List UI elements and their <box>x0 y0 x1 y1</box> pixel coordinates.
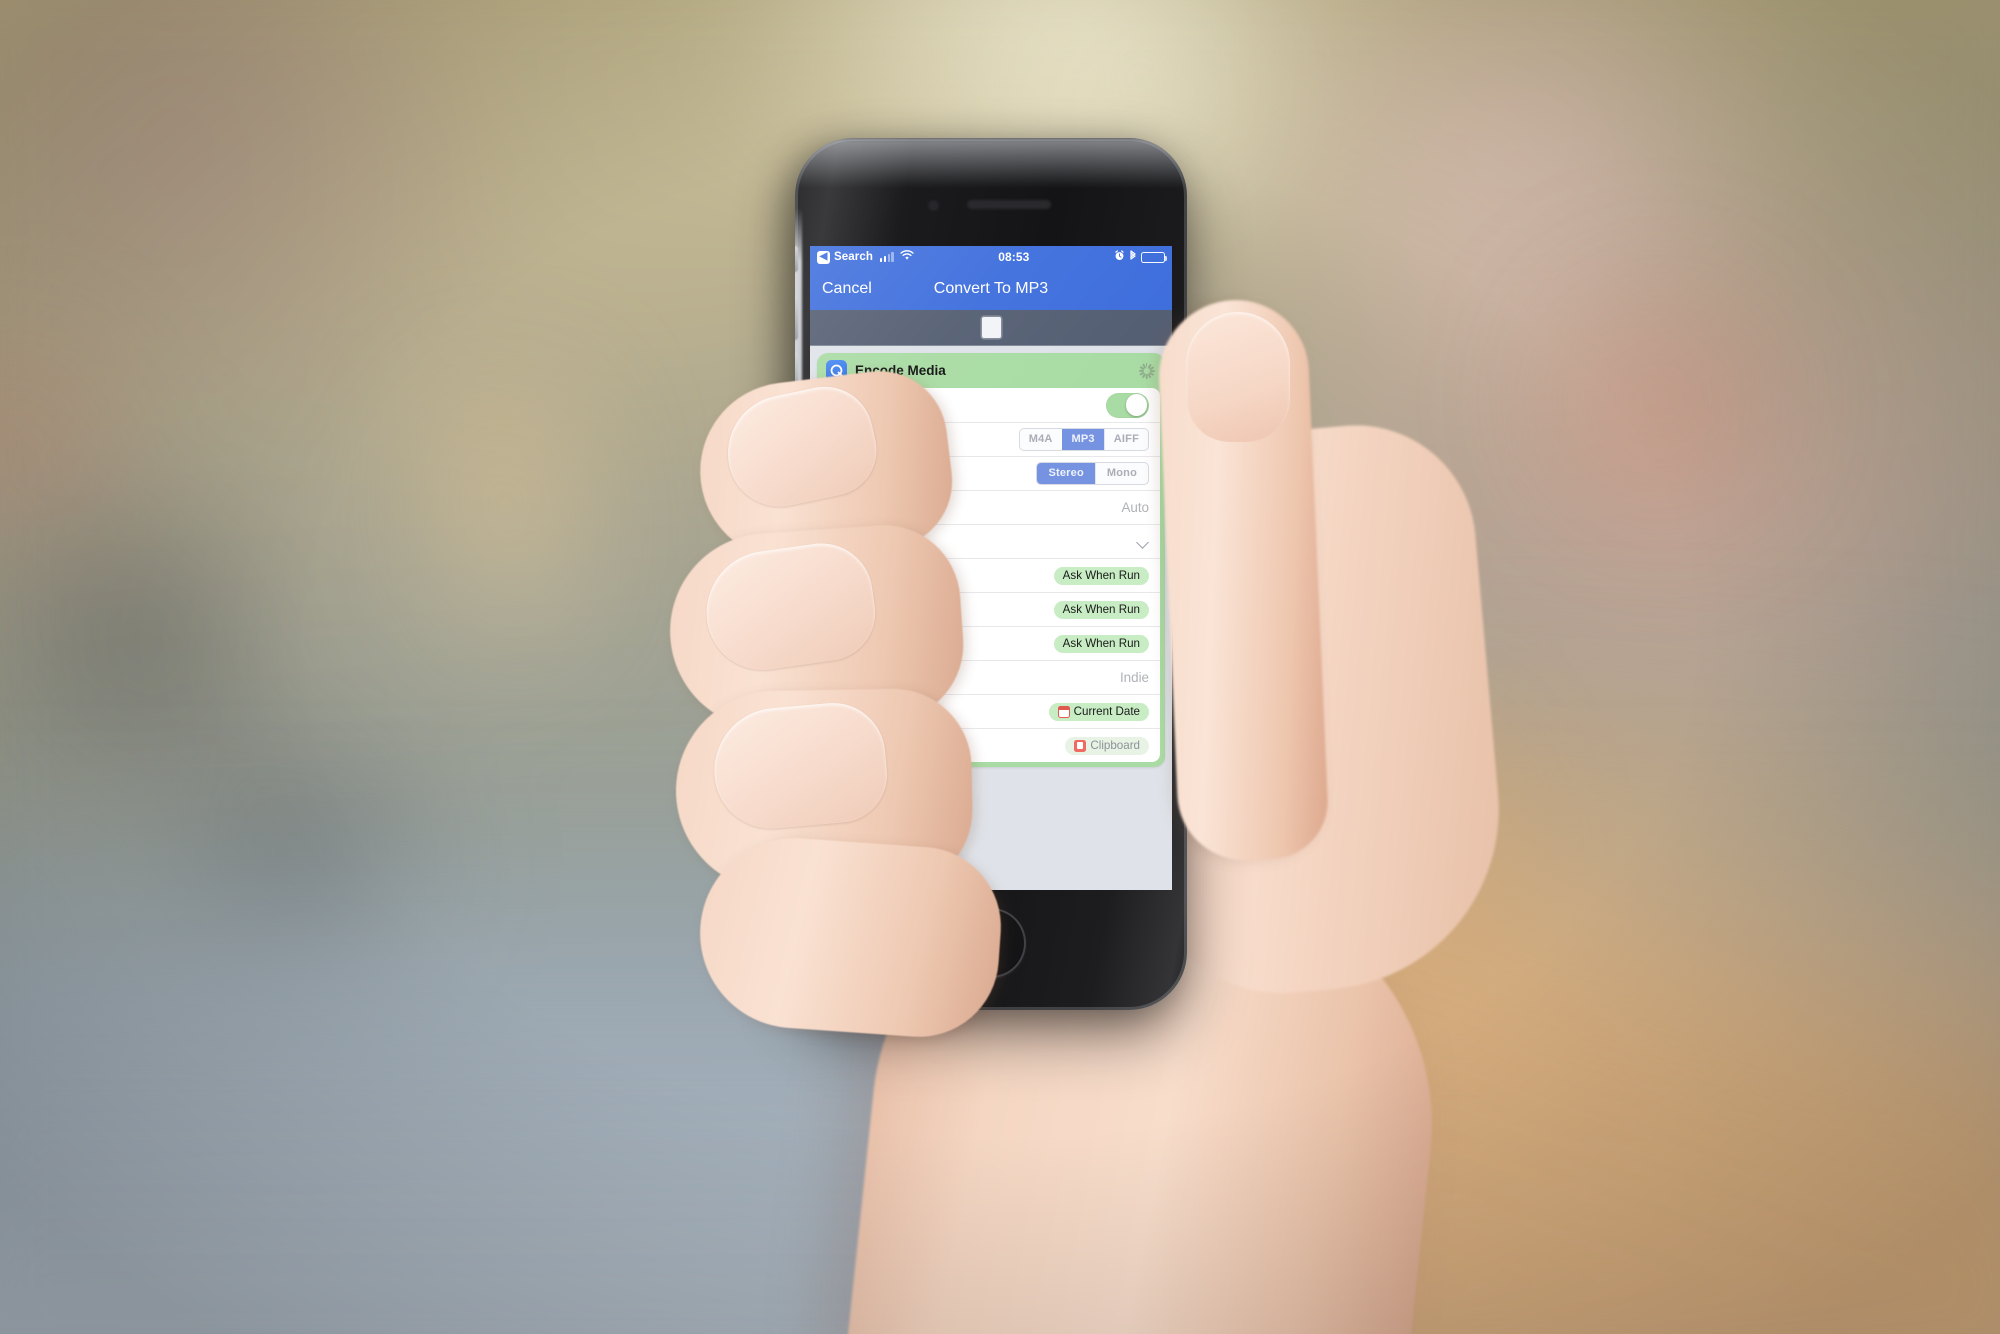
clipboard-icon <box>1074 739 1087 752</box>
front-camera <box>928 200 939 211</box>
year-token[interactable]: Current Date <box>1048 702 1149 721</box>
alarm-clock-icon <box>1114 250 1125 264</box>
battery-icon <box>1141 251 1168 263</box>
artist-token[interactable]: Ask When Run <box>1053 600 1149 619</box>
little-finger <box>693 831 1007 1043</box>
bitrate-value[interactable]: Auto <box>1121 500 1149 515</box>
mode-option-stereo[interactable]: Stereo <box>1037 463 1095 484</box>
format-option-mp3[interactable]: MP3 <box>1061 429 1104 450</box>
audio-only-toggle[interactable] <box>1106 392 1149 418</box>
album-token[interactable]: Ask When Run <box>1053 634 1149 653</box>
status-bar: ◀ Search 08:53 <box>810 246 1172 268</box>
chevron-left-icon[interactable]: ◀ <box>817 250 830 264</box>
year-token-label: Current Date <box>1073 705 1140 718</box>
cellular-signal-icon <box>879 252 894 262</box>
toggle-knob <box>1125 394 1148 416</box>
status-bar-right <box>1114 249 1168 265</box>
run-toolbar <box>810 310 1172 346</box>
chevron-down-icon[interactable] <box>1137 536 1149 548</box>
volume-up-button[interactable] <box>795 296 798 340</box>
calendar-icon <box>1057 705 1070 718</box>
thumbnail <box>1186 312 1290 442</box>
wifi-icon <box>900 250 914 264</box>
format-segmented-control[interactable]: M4A MP3 AIFF <box>1018 428 1149 451</box>
back-app-label: Search <box>834 251 873 263</box>
navigation-bar: Cancel Convert To MP3 <box>810 268 1172 310</box>
format-option-aiff[interactable]: AIFF <box>1103 429 1148 450</box>
cancel-button[interactable]: Cancel <box>822 280 872 298</box>
bluetooth-icon <box>1129 249 1137 265</box>
earpiece-speaker <box>967 200 1051 209</box>
status-bar-left: ◀ Search <box>817 250 914 264</box>
status-bar-clock: 08:53 <box>998 250 1030 264</box>
mode-option-mono[interactable]: Mono <box>1094 463 1148 484</box>
artwork-token[interactable]: Clipboard <box>1065 736 1149 755</box>
mode-segmented-control[interactable]: Stereo Mono <box>1036 462 1149 485</box>
stop-square-icon[interactable] <box>981 317 1001 338</box>
title-token[interactable]: Ask When Run <box>1053 566 1149 585</box>
phone-top-highlight <box>795 138 1187 188</box>
artwork-token-label: Clipboard <box>1090 739 1140 752</box>
genre-value[interactable]: Indie <box>1120 670 1149 685</box>
activity-spinner-icon <box>1138 362 1155 379</box>
format-option-m4a[interactable]: M4A <box>1020 429 1062 450</box>
mute-switch[interactable] <box>795 246 798 272</box>
photo-scene: ◀ Search 08:53 Cancel Convert To MP3 Enc… <box>0 0 2000 1334</box>
